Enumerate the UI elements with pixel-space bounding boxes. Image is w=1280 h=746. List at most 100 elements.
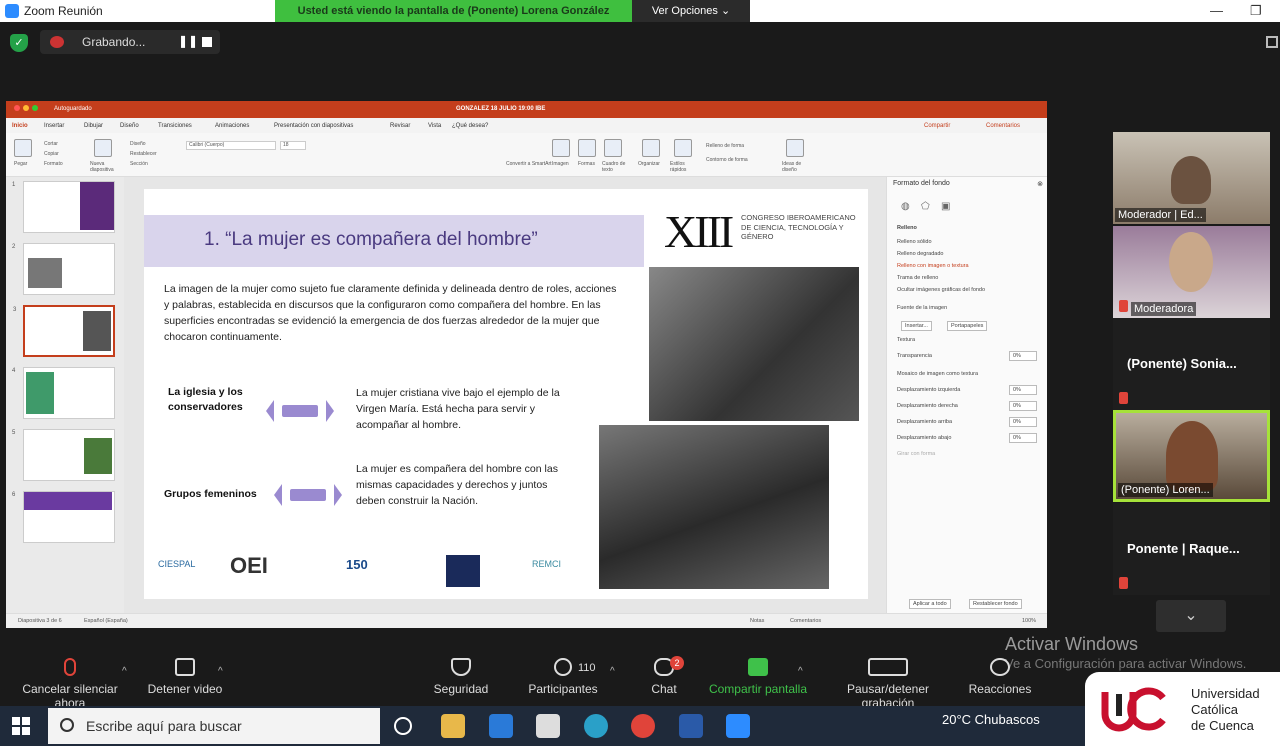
- option-solid-fill[interactable]: Relleno sólido: [897, 239, 932, 245]
- zoom-dot-icon[interactable]: [32, 105, 38, 111]
- minimize-icon[interactable]: —: [1210, 3, 1223, 18]
- offset-right-input[interactable]: 0%: [1009, 401, 1037, 411]
- pentagon-icon[interactable]: ⬠: [921, 201, 930, 212]
- participant-tile[interactable]: (Ponente) Sonia...: [1113, 318, 1270, 410]
- slide-thumbnail[interactable]: 2: [12, 243, 115, 295]
- offset-left-input[interactable]: 0%: [1009, 385, 1037, 395]
- pause-icon[interactable]: ❚❚: [178, 34, 198, 48]
- caret-up-icon[interactable]: ^: [610, 666, 615, 677]
- copy-button[interactable]: Copiar: [44, 151, 59, 157]
- quick-styles-icon[interactable]: [674, 139, 692, 157]
- edge-icon[interactable]: [584, 714, 608, 738]
- textbox-icon[interactable]: [604, 139, 622, 157]
- offset-bottom-input[interactable]: 0%: [1009, 433, 1037, 443]
- apply-all-button[interactable]: Aplicar a todo: [909, 599, 951, 609]
- file-explorer-icon[interactable]: [441, 714, 465, 738]
- slide-thumbnail[interactable]: 6: [12, 491, 115, 543]
- store-icon[interactable]: [536, 714, 560, 738]
- tab-insertar[interactable]: Insertar: [44, 123, 64, 129]
- rotate-with-shape[interactable]: Girar con forma: [897, 451, 935, 457]
- slide-thumbnail[interactable]: 5: [12, 429, 115, 481]
- new-slide-icon[interactable]: [94, 139, 112, 157]
- unmute-button[interactable]: Cancelar silenciar ahora: [8, 658, 132, 710]
- shield-icon[interactable]: ✓: [10, 34, 28, 52]
- convert-smartart[interactable]: Convertir a SmartArt: [506, 161, 552, 167]
- chrome-icon[interactable]: [631, 714, 655, 738]
- paste-icon[interactable]: [14, 139, 32, 157]
- caret-up-icon[interactable]: ^: [798, 666, 803, 677]
- mail-icon[interactable]: [489, 714, 513, 738]
- font-size-select[interactable]: 18: [280, 141, 306, 150]
- tab-dibujar[interactable]: Dibujar: [84, 123, 103, 129]
- stop-icon[interactable]: [202, 37, 212, 47]
- share-screen-button[interactable]: Compartir pantalla: [708, 658, 808, 696]
- tile-checkbox[interactable]: Mosaico de imagen como textura: [897, 371, 978, 377]
- word-icon[interactable]: [679, 714, 703, 738]
- font-select[interactable]: Calibri (Cuerpo): [186, 141, 276, 150]
- section-button[interactable]: Sección: [130, 161, 148, 167]
- option-picture-fill[interactable]: Relleno con imagen o textura: [897, 263, 969, 269]
- format-painter-button[interactable]: Formato: [44, 161, 63, 167]
- caret-up-icon[interactable]: ^: [122, 666, 127, 677]
- zoom-level[interactable]: 100%: [1022, 618, 1036, 624]
- comments-status-button[interactable]: Comentarios: [790, 618, 821, 624]
- transparency-input[interactable]: 0%: [1009, 351, 1037, 361]
- stop-video-button[interactable]: Detener video: [146, 658, 224, 696]
- zoom-taskbar-icon[interactable]: [726, 714, 750, 738]
- reset-button[interactable]: Restablecer: [130, 151, 157, 157]
- ppt-share-button[interactable]: Compartir: [924, 123, 950, 129]
- clipboard-button[interactable]: Portapapeles: [947, 321, 988, 331]
- tab-animaciones[interactable]: Animaciones: [215, 123, 249, 129]
- slide-thumbnail-selected[interactable]: 3: [13, 305, 115, 357]
- language-status[interactable]: Español (España): [84, 618, 128, 624]
- notes-button[interactable]: Notas: [750, 618, 764, 624]
- offset-top-input[interactable]: 0%: [1009, 417, 1037, 427]
- close-dot-icon[interactable]: [14, 105, 20, 111]
- autosave-label[interactable]: Autoguardado: [54, 106, 92, 112]
- image-icon[interactable]: [552, 139, 570, 157]
- option-pattern-fill[interactable]: Trama de relleno: [897, 275, 938, 281]
- minimize-dot-icon[interactable]: [23, 105, 29, 111]
- reactions-button[interactable]: Reacciones: [968, 658, 1032, 696]
- slide-thumbnail[interactable]: 1: [12, 181, 115, 233]
- slide-thumbnail[interactable]: 4: [12, 367, 115, 419]
- option-gradient-fill[interactable]: Relleno degradado: [897, 251, 943, 257]
- design-ideas-icon[interactable]: [786, 139, 804, 157]
- participant-tile[interactable]: Ponente | Raque...: [1113, 503, 1270, 595]
- participant-tile[interactable]: Moderadora: [1113, 226, 1270, 318]
- picture-icon[interactable]: ▣: [941, 201, 950, 212]
- shape-fill-button[interactable]: Relleno de forma: [706, 143, 744, 149]
- tab-diseno[interactable]: Diseño: [120, 123, 139, 129]
- tab-vista[interactable]: Vista: [428, 123, 441, 129]
- participant-tile-active-speaker[interactable]: (Ponente) Loren...: [1113, 410, 1270, 502]
- restore-icon[interactable]: ❐: [1250, 3, 1262, 19]
- task-view-icon[interactable]: [394, 717, 412, 735]
- close-icon[interactable]: ⊗: [1037, 180, 1043, 188]
- tab-revisar[interactable]: Revisar: [390, 123, 410, 129]
- shapes-icon[interactable]: [578, 139, 596, 157]
- layout-button[interactable]: Diseño: [130, 141, 146, 147]
- pause-stop-recording-button[interactable]: Pausar/detener grabación: [820, 658, 956, 710]
- tab-transiciones[interactable]: Transiciones: [158, 123, 192, 129]
- option-hide-graphics[interactable]: Ocultar imágenes gráficas del fondo: [897, 287, 985, 293]
- security-button[interactable]: Seguridad: [430, 658, 492, 696]
- shape-outline-button[interactable]: Contorno de forma: [706, 157, 748, 163]
- view-options-button[interactable]: Ver Opciones ⌄: [632, 0, 750, 22]
- fill-section[interactable]: Relleno: [897, 225, 917, 231]
- tab-inicio[interactable]: Inicio: [12, 123, 28, 129]
- insert-picture-button[interactable]: Insertar...: [901, 321, 932, 331]
- gallery-view-icon[interactable]: [1266, 36, 1278, 48]
- reset-background-button[interactable]: Restablecer fondo: [969, 599, 1022, 609]
- taskbar-search[interactable]: Escribe aquí para buscar: [48, 708, 380, 744]
- participant-tile[interactable]: Moderador | Ed...: [1113, 132, 1270, 224]
- tell-me-search[interactable]: ¿Qué desea?: [452, 123, 488, 129]
- chevron-down-icon[interactable]: ⌄: [1156, 600, 1226, 632]
- cut-button[interactable]: Cortar: [44, 141, 58, 147]
- organize-icon[interactable]: [642, 139, 660, 157]
- ppt-comments-button[interactable]: Comentarios: [986, 123, 1020, 129]
- caret-up-icon[interactable]: ^: [218, 666, 223, 677]
- weather-widget[interactable]: 20°C Chubascos: [942, 712, 1040, 727]
- fill-bucket-icon[interactable]: ◍: [901, 201, 910, 212]
- tab-presentacion[interactable]: Presentación con diapositivas: [274, 123, 353, 129]
- windows-start-icon[interactable]: [12, 717, 30, 735]
